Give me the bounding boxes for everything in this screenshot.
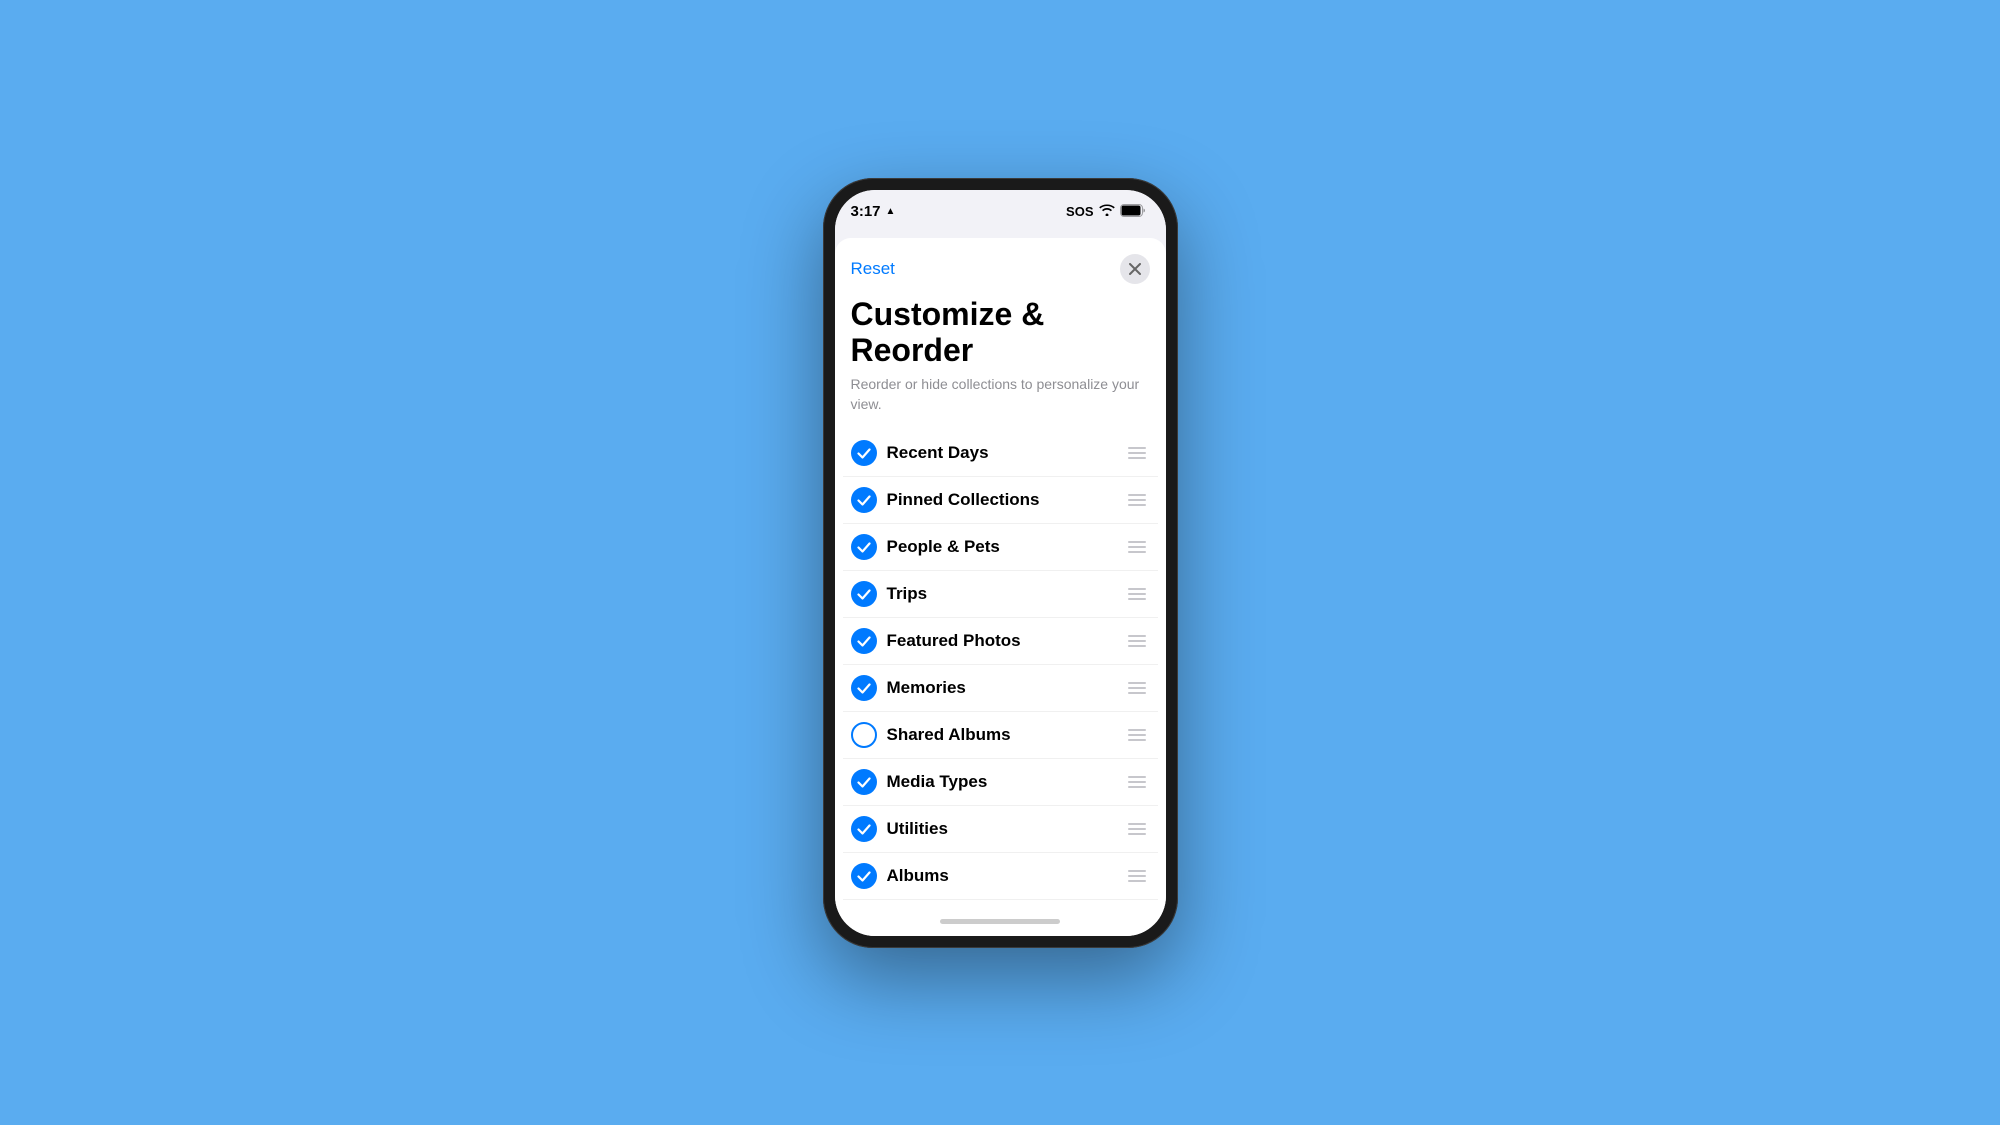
label-shared-albums: Shared Albums (887, 725, 1114, 745)
drag-line (1128, 687, 1146, 689)
modal-sheet: Reset Customize & Reorder Reorder or hid… (835, 238, 1166, 908)
drag-line (1128, 499, 1146, 501)
list-item-shared-albums[interactable]: Shared Albums (843, 712, 1158, 759)
status-icons: SOS (1066, 204, 1145, 220)
drag-line (1128, 786, 1146, 788)
checkbox-shared-albums[interactable] (851, 722, 877, 748)
close-button[interactable] (1120, 254, 1150, 284)
drag-line (1128, 682, 1146, 684)
status-bar: 3:17 ▲ SOS (835, 190, 1166, 234)
wifi-icon (1099, 204, 1115, 219)
modal-header: Reset (835, 238, 1166, 292)
drag-line (1128, 546, 1146, 548)
drag-line (1128, 875, 1146, 877)
drag-line (1128, 734, 1146, 736)
label-pinned-collections: Pinned Collections (887, 490, 1114, 510)
home-indicator (835, 908, 1166, 936)
status-time: 3:17 ▲ (851, 203, 896, 220)
list-item-trips[interactable]: Trips (843, 571, 1158, 618)
drag-line (1128, 739, 1146, 741)
label-media-types: Media Types (887, 772, 1114, 792)
drag-handle-people-pets[interactable] (1124, 539, 1150, 555)
drag-handle-utilities[interactable] (1124, 821, 1150, 837)
label-trips: Trips (887, 584, 1114, 604)
list-item-media-types[interactable]: Media Types (843, 759, 1158, 806)
drag-line (1128, 692, 1146, 694)
list-item-albums[interactable]: Albums (843, 853, 1158, 900)
list-item-people-pets[interactable]: People & Pets (843, 524, 1158, 571)
battery-icon (1120, 204, 1146, 220)
home-bar (940, 919, 1060, 924)
drag-line (1128, 588, 1146, 590)
drag-line (1128, 870, 1146, 872)
list-item-pinned-collections[interactable]: Pinned Collections (843, 477, 1158, 524)
label-utilities: Utilities (887, 819, 1114, 839)
drag-handle-shared-albums[interactable] (1124, 727, 1150, 743)
drag-line (1128, 593, 1146, 595)
time-display: 3:17 (851, 203, 881, 220)
label-albums: Albums (887, 866, 1114, 886)
checkbox-recent-days[interactable] (851, 440, 877, 466)
list-item-featured-photos[interactable]: Featured Photos (843, 618, 1158, 665)
drag-line (1128, 640, 1146, 642)
list-container: Recent Days Pinned Collections People & … (835, 430, 1166, 907)
checkbox-trips[interactable] (851, 581, 877, 607)
list-item-memories[interactable]: Memories (843, 665, 1158, 712)
checkbox-memories[interactable] (851, 675, 877, 701)
drag-line (1128, 541, 1146, 543)
drag-line (1128, 494, 1146, 496)
phone-screen: 3:17 ▲ SOS (835, 190, 1166, 936)
drag-line (1128, 645, 1146, 647)
drag-handle-recent-days[interactable] (1124, 445, 1150, 461)
drag-handle-trips[interactable] (1124, 586, 1150, 602)
drag-line (1128, 457, 1146, 459)
modal-title: Customize & Reorder (835, 292, 1166, 376)
drag-line (1128, 598, 1146, 600)
label-recent-days: Recent Days (887, 443, 1114, 463)
drag-line (1128, 880, 1146, 882)
drag-line (1128, 828, 1146, 830)
checkbox-featured-photos[interactable] (851, 628, 877, 654)
drag-line (1128, 447, 1146, 449)
checkbox-people-pets[interactable] (851, 534, 877, 560)
drag-line (1128, 833, 1146, 835)
list-item-utilities[interactable]: Utilities (843, 806, 1158, 853)
phone-shell: 3:17 ▲ SOS (823, 178, 1178, 948)
list-item-wallpaper-suggestions[interactable]: Wallpaper Suggestions (843, 900, 1158, 907)
checkbox-media-types[interactable] (851, 769, 877, 795)
label-featured-photos: Featured Photos (887, 631, 1114, 651)
list-item-recent-days[interactable]: Recent Days (843, 430, 1158, 477)
drag-handle-pinned-collections[interactable] (1124, 492, 1150, 508)
checkbox-pinned-collections[interactable] (851, 487, 877, 513)
modal-subtitle: Reorder or hide collections to personali… (835, 375, 1166, 430)
drag-line (1128, 729, 1146, 731)
drag-line (1128, 551, 1146, 553)
label-memories: Memories (887, 678, 1114, 698)
checkbox-albums[interactable] (851, 863, 877, 889)
checkbox-utilities[interactable] (851, 816, 877, 842)
drag-handle-media-types[interactable] (1124, 774, 1150, 790)
location-arrow-icon: ▲ (886, 206, 896, 217)
drag-line (1128, 781, 1146, 783)
drag-line (1128, 452, 1146, 454)
sos-label: SOS (1066, 204, 1093, 219)
drag-handle-memories[interactable] (1124, 680, 1150, 696)
reset-button[interactable]: Reset (851, 259, 895, 279)
label-people-pets: People & Pets (887, 537, 1114, 557)
drag-line (1128, 823, 1146, 825)
drag-line (1128, 635, 1146, 637)
drag-line (1128, 776, 1146, 778)
drag-line (1128, 504, 1146, 506)
drag-handle-albums[interactable] (1124, 868, 1150, 884)
drag-handle-featured-photos[interactable] (1124, 633, 1150, 649)
